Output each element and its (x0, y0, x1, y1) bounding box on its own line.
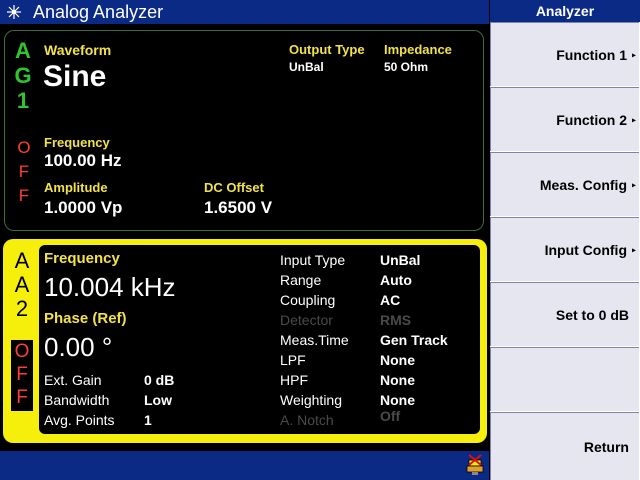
softkey-function-1[interactable]: Function 1 ▸ (490, 22, 639, 86)
avg-points-label: Avg. Points (44, 412, 115, 428)
channel-letter: A (14, 248, 30, 273)
softkey-input-config[interactable]: Input Config ▸ (490, 217, 639, 281)
bandwidth-value[interactable]: Low (144, 392, 172, 408)
lpf-value[interactable]: None (380, 352, 415, 368)
impedance-label: Impedance (384, 42, 452, 57)
softkey-label: Function 1 (556, 46, 627, 63)
waveform-value[interactable]: Sine (43, 60, 106, 94)
app-title: Analog Analyzer (33, 2, 164, 22)
weighting-value[interactable]: None (380, 392, 415, 408)
range-label: Range (280, 272, 322, 288)
meas-time-value[interactable]: Gen Track (380, 332, 448, 348)
coupling-label: Coupling (280, 292, 336, 308)
input-type-label: Input Type (280, 252, 346, 268)
waveform-label: Waveform (44, 42, 112, 58)
channel-letter: 1 (16, 88, 30, 113)
coupling-value[interactable]: AC (380, 292, 400, 308)
status-bar (0, 451, 489, 480)
range-value[interactable]: Auto (380, 272, 412, 288)
input-off-letter: O (14, 341, 30, 362)
channel-letter: A (15, 38, 31, 63)
bandwidth-label: Bandwidth (44, 392, 110, 408)
softkey-menu-title: Analyzer (490, 0, 640, 22)
usb-disconnected-icon (466, 454, 484, 475)
hpf-value[interactable]: None (380, 372, 415, 388)
input-type-value[interactable]: UnBal (380, 252, 420, 268)
frequency-label: Frequency (44, 135, 110, 150)
detector-label: Detector (280, 312, 333, 328)
output-off-letter: F (18, 162, 30, 181)
phase-value: 0.00 ° (44, 332, 113, 362)
meas-time-label: Meas.Time (280, 332, 349, 348)
impedance-value[interactable]: 50 Ohm (384, 60, 428, 74)
softkey-label: Input Config (544, 241, 627, 258)
frequency-label: Frequency (44, 250, 120, 267)
output-off-letter: O (17, 138, 31, 157)
analyzer-readout: Frequency 10.004 kHz Phase (Ref) 0.00 ° … (39, 245, 480, 434)
submenu-arrow-icon: ▸ (631, 245, 636, 254)
input-off-indicator: O F F (11, 340, 33, 411)
channel-letter: A (14, 272, 30, 297)
a-notch-label: A. Notch (280, 412, 334, 428)
amplitude-label: Amplitude (44, 180, 108, 195)
detector-value: RMS (380, 312, 412, 328)
softkey-function-2[interactable]: Function 2 ▸ (490, 87, 639, 151)
ext-gain-label: Ext. Gain (44, 372, 102, 388)
submenu-arrow-icon: ▸ (631, 180, 636, 189)
input-off-letter: F (16, 364, 28, 385)
channel-letter: 2 (15, 296, 29, 321)
dc-offset-label: DC Offset (204, 180, 264, 195)
submenu-arrow-icon: ▸ (631, 50, 636, 59)
softkey-meas-config[interactable]: Meas. Config ▸ (490, 152, 639, 216)
analyzer-panel[interactable]: A A 2 O F F Frequency 10.004 kHz Phase (… (3, 239, 487, 443)
ext-gain-value[interactable]: 0 dB (144, 372, 174, 388)
output-type-value[interactable]: UnBal (289, 60, 324, 74)
output-off-letter: F (18, 186, 30, 205)
a-notch-value: Off (380, 408, 401, 424)
lpf-label: LPF (280, 352, 306, 368)
phase-label: Phase (Ref) (44, 310, 127, 327)
softkey-label: Meas. Config (539, 176, 627, 193)
output-type-label: Output Type (289, 42, 365, 57)
softkey-label: Return (583, 438, 629, 455)
starburst-logo-icon (7, 5, 21, 19)
softkey-return[interactable]: Return (490, 412, 639, 480)
softkey-label: Function 2 (556, 111, 627, 128)
softkey-set-to-0db[interactable]: Set to 0 dB (490, 282, 639, 346)
frequency-value[interactable]: 100.00 Hz (44, 151, 122, 171)
frequency-value: 10.004 kHz (44, 272, 176, 302)
softkey-label: Set to 0 dB (555, 306, 629, 323)
input-off-letter: F (16, 387, 28, 408)
generator-panel[interactable]: A G 1 O F F Waveform Sine Output Type Un… (4, 30, 484, 231)
title-bar: Analog Analyzer (0, 0, 489, 24)
amplitude-value[interactable]: 1.0000 Vp (44, 198, 122, 218)
softkey-panel: Analyzer Function 1 ▸ Function 2 ▸ Meas.… (490, 0, 640, 480)
submenu-arrow-icon: ▸ (631, 115, 636, 124)
softkey-empty[interactable] (490, 347, 639, 411)
hpf-label: HPF (280, 372, 308, 388)
avg-points-value[interactable]: 1 (144, 412, 152, 428)
dc-offset-value[interactable]: 1.6500 V (204, 198, 272, 218)
weighting-label: Weighting (280, 392, 343, 408)
channel-letter: G (14, 63, 32, 88)
